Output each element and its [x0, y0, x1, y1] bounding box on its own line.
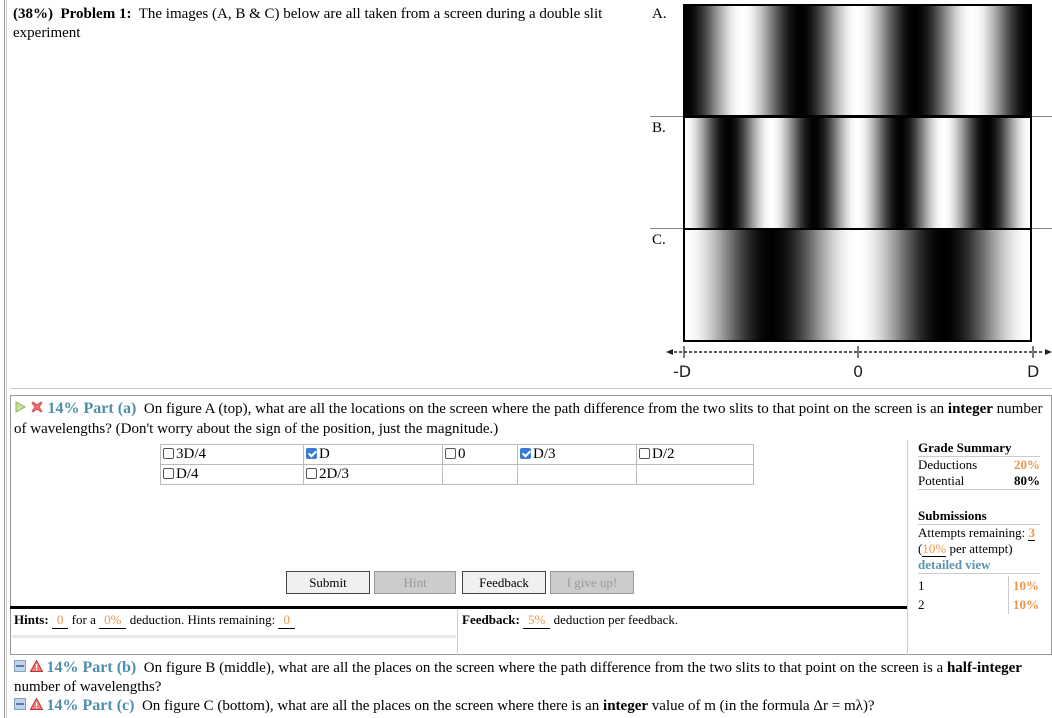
feedback-deduction: 5%	[523, 612, 551, 629]
choice-checkbox[interactable]	[445, 448, 456, 459]
divider	[10, 606, 908, 609]
position-axis	[666, 346, 1052, 358]
per-attempt-value: 10%	[922, 541, 947, 557]
part-a-question: 14% Part (a) On figure A (top), what are…	[14, 399, 1044, 439]
answer-choices: 3D/4 D 0 D/3 D/2 D/4 2D/3	[160, 444, 754, 485]
part-c-question[interactable]: 14% Part (c) On figure C (bottom), what …	[14, 696, 1044, 716]
part-a-text: On figure A (top), what are all the loca…	[143, 401, 945, 417]
part-b-text-2: number of wavelengths?	[14, 679, 162, 696]
deductions-label: Deductions	[918, 457, 978, 472]
hint-button[interactable]: Hint	[374, 571, 456, 594]
feedback-tail: deduction per feedback.	[553, 612, 679, 627]
fringe-pattern-a	[683, 4, 1032, 117]
choice-checkbox[interactable]	[520, 448, 531, 459]
submission-number: 1	[918, 578, 925, 593]
part-c-bold: integer	[603, 698, 649, 714]
attempts-value: 3	[1028, 525, 1035, 541]
divider	[907, 440, 908, 655]
choice-cell[interactable]: D/4	[160, 464, 304, 485]
figure-label-c: C.	[652, 232, 666, 248]
part-b-bold: half-integer	[946, 660, 1022, 676]
warning-icon	[29, 659, 44, 678]
collapsed-box-icon[interactable]	[14, 697, 26, 716]
detailed-view-link[interactable]: detailed view	[918, 557, 1040, 573]
choice-label: D/3	[533, 446, 556, 462]
part-b-question[interactable]: 14% Part (b) On figure B (middle), what …	[14, 658, 1044, 697]
part-b-percent: 14% Part (b)	[46, 659, 137, 676]
axis-label-d: D	[1027, 362, 1040, 381]
submission-deduction: 10%	[1008, 595, 1039, 614]
submit-button[interactable]: Submit	[286, 571, 370, 594]
axis-label-zero: 0	[853, 362, 864, 381]
hints-remaining: 0	[278, 612, 295, 629]
choice-cell[interactable]: 2D/3	[303, 464, 443, 485]
hints-label: Hints:	[14, 612, 49, 627]
give-up-button[interactable]: I give up!	[550, 571, 634, 594]
choice-cell[interactable]: D/3	[517, 444, 637, 465]
part-c-percent: 14% Part (c)	[46, 697, 135, 714]
grade-summary-title: Grade Summary	[918, 440, 1012, 455]
choice-label: 3D/4	[176, 446, 206, 462]
choice-cell[interactable]: 3D/4	[160, 444, 304, 465]
submission-number: 2	[918, 597, 925, 612]
part-c-text-2: value of m (in the formula Δr = mλ)?	[651, 698, 875, 714]
hints-count: 0	[51, 612, 69, 629]
problem-percent: (38%)	[13, 6, 53, 22]
hints-info: Hints: 0 for a 0% deduction. Hints remai…	[14, 612, 295, 629]
hints-deduction: 0%	[99, 612, 127, 629]
choice-label: D	[319, 446, 330, 462]
choice-cell[interactable]: 0	[442, 444, 518, 465]
part-a-bold: integer	[947, 401, 993, 417]
fringe-pattern-c	[683, 228, 1032, 342]
choice-cell[interactable]: D	[303, 444, 443, 465]
divider	[457, 609, 458, 655]
empty-cell	[517, 464, 637, 485]
x-mark-icon	[30, 400, 44, 420]
attempts-label: Attempts remaining:	[918, 525, 1026, 540]
empty-cell	[442, 464, 518, 485]
potential-label: Potential	[918, 473, 965, 488]
part-c-text: On figure C (bottom), what are all the p…	[141, 698, 600, 714]
figure-label-a: A.	[652, 6, 667, 22]
feedback-button[interactable]: Feedback	[462, 571, 546, 594]
choice-checkbox[interactable]	[306, 468, 317, 479]
problem-title: Problem 1:	[60, 6, 132, 22]
fringe-pattern-b	[683, 116, 1032, 230]
deductions-value: 20%	[1014, 457, 1040, 472]
submission-deduction: 10%	[1008, 576, 1039, 595]
expand-arrow-icon[interactable]	[14, 400, 27, 419]
hints-tail: deduction. Hints remaining:	[129, 612, 276, 627]
empty-cell	[636, 464, 754, 485]
feedback-info: Feedback: 5% deduction per feedback.	[462, 612, 678, 629]
warning-icon	[29, 697, 44, 716]
page-border	[0, 0, 5, 718]
hints-mid: for a	[71, 612, 96, 627]
part-a-percent: 14% Part (a)	[47, 400, 137, 417]
submissions-title: Submissions	[918, 508, 987, 523]
choice-checkbox[interactable]	[163, 448, 174, 459]
hint-area-divider	[12, 635, 456, 638]
per-attempt-tail: per attempt)	[949, 541, 1013, 556]
choice-label: D/2	[652, 446, 675, 462]
choice-checkbox[interactable]	[306, 448, 317, 459]
potential-value: 80%	[1014, 473, 1040, 488]
feedback-label: Feedback:	[462, 612, 520, 627]
choice-cell[interactable]: D/2	[636, 444, 754, 465]
figure-label-b: B.	[652, 120, 666, 136]
part-b-text: On figure B (middle), what are all the p…	[143, 660, 944, 676]
choice-label: 0	[458, 446, 466, 462]
choice-checkbox[interactable]	[639, 448, 650, 459]
choice-label: 2D/3	[319, 466, 349, 482]
choice-checkbox[interactable]	[163, 468, 174, 479]
choice-label: D/4	[176, 466, 199, 482]
grade-summary: Grade Summary Deductions 20% Potential 80%…	[918, 440, 1040, 614]
page-border-inner	[6, 0, 7, 718]
collapsed-box-icon[interactable]	[14, 659, 26, 678]
axis-label-neg-d: -D	[673, 362, 692, 381]
problem-header: (38%) Problem 1: The images (A, B & C) b…	[13, 5, 633, 43]
divider	[10, 388, 1052, 389]
